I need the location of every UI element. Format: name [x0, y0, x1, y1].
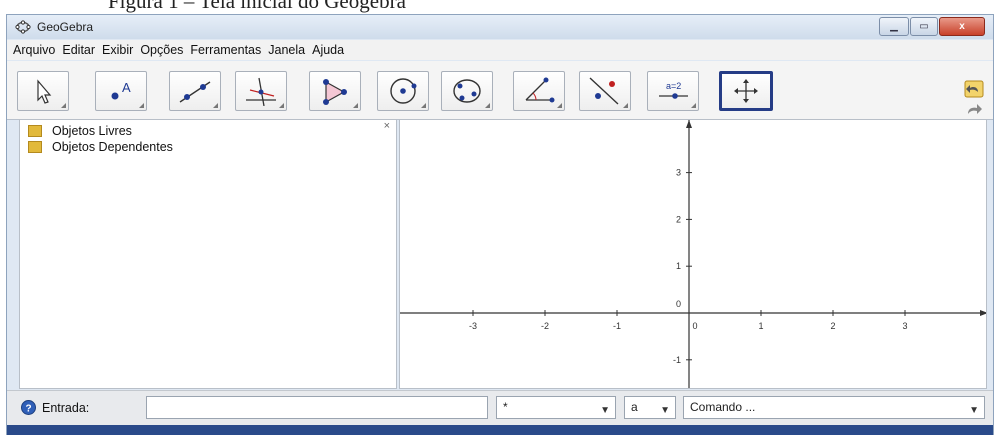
menu-arquivo[interactable]: Arquivo — [13, 43, 55, 57]
x-tick-label: 1 — [758, 321, 763, 331]
toolbar: A a=2 — [7, 61, 993, 120]
input-field[interactable] — [146, 396, 488, 419]
x-tick-label: -3 — [469, 321, 477, 331]
tree-item-free-objects[interactable]: Objetos Livres — [28, 124, 132, 138]
perpendicular-line-icon — [246, 77, 276, 106]
menu-ferramentas[interactable]: Ferramentas — [190, 43, 261, 57]
pointer-arrow-icon — [37, 79, 52, 104]
circle-tool-button[interactable] — [377, 71, 429, 111]
svg-text:?: ? — [26, 404, 32, 415]
reflect-about-line-icon — [589, 77, 619, 105]
graphics-view[interactable]: -3 -2 -1 0 1 2 3 3 2 1 0 -1 — [399, 119, 987, 389]
y-tick-label: 2 — [676, 214, 681, 224]
line-through-points-icon — [179, 81, 211, 103]
chevron-down-icon: ▼ — [660, 405, 670, 416]
point-icon: A — [111, 80, 131, 100]
menu-exibir[interactable]: Exibir — [102, 43, 133, 57]
x-tick-label: -2 — [541, 321, 549, 331]
figure-caption: Figura 1 – Tela inicial do Geogebra — [108, 0, 406, 13]
y-tick-label: 1 — [676, 261, 681, 271]
polygon-tool-button[interactable] — [309, 71, 361, 111]
y-tick-label: 0 — [676, 299, 681, 309]
circle-center-point-icon — [390, 78, 417, 104]
window-bottom-edge — [7, 425, 993, 435]
y-axis-arrow — [686, 120, 692, 128]
algebra-view: Objetos Livres Objetos Dependentes × — [19, 119, 397, 389]
symbol-dropdown[interactable]: * ▼ — [496, 396, 616, 419]
menu-bar: Arquivo Editar Exibir Opções Ferramentas… — [7, 40, 993, 60]
ellipse-icon — [453, 79, 481, 103]
slider-icon: a=2 — [659, 81, 688, 99]
geogebra-window: GeoGebra ▁ ▭ x Arquivo Editar Exibir Opç… — [6, 14, 994, 435]
x-tick-label: 0 — [692, 321, 697, 331]
slider-tool-button[interactable]: a=2 — [647, 71, 699, 111]
x-tick-label: 3 — [902, 321, 907, 331]
menu-ajuda[interactable]: Ajuda — [312, 43, 344, 57]
folder-icon — [28, 141, 42, 153]
move-graphics-view-tool-button[interactable] — [719, 71, 773, 111]
conic-tool-button[interactable] — [441, 71, 493, 111]
y-tick-label: -1 — [673, 355, 681, 365]
x-tick-label: -1 — [613, 321, 621, 331]
reflect-tool-button[interactable] — [579, 71, 631, 111]
svg-text:a=2: a=2 — [666, 81, 681, 91]
perpendicular-line-tool-button[interactable] — [235, 71, 287, 111]
coordinate-axes: -3 -2 -1 0 1 2 3 3 2 1 0 -1 — [400, 120, 986, 388]
tree-item-dependent-objects[interactable]: Objetos Dependentes — [28, 140, 173, 154]
close-window-button[interactable]: x — [939, 17, 985, 36]
polygon-icon — [323, 79, 347, 105]
tree-item-label: Objetos Livres — [52, 124, 132, 138]
tree-item-label: Objetos Dependentes — [52, 140, 173, 154]
maximize-button[interactable]: ▭ — [910, 17, 938, 36]
symbol-dropdown-value: * — [503, 400, 508, 414]
y-tick-label: 3 — [676, 168, 681, 178]
redo-icon[interactable] — [963, 99, 985, 119]
menu-opcoes[interactable]: Opções — [140, 43, 183, 57]
command-dropdown[interactable]: Comando ... ▼ — [683, 396, 985, 419]
move-tool-button[interactable] — [17, 71, 69, 111]
new-point-tool-button[interactable]: A — [95, 71, 147, 111]
x-tick-label: 2 — [830, 321, 835, 331]
undo-icon[interactable] — [963, 79, 985, 99]
x-axis-arrow — [980, 310, 986, 316]
command-dropdown-value: Comando ... — [690, 400, 756, 414]
greek-letter-dropdown-value: a — [631, 400, 638, 414]
minimize-button[interactable]: ▁ — [879, 17, 909, 36]
geogebra-logo-icon — [15, 20, 31, 34]
chevron-down-icon: ▼ — [969, 405, 979, 416]
greek-letter-dropdown[interactable]: a ▼ — [624, 396, 676, 419]
svg-text:A: A — [122, 80, 131, 95]
input-label: Entrada: — [42, 401, 90, 415]
title-bar: GeoGebra ▁ ▭ x — [7, 15, 993, 39]
chevron-down-icon: ▼ — [600, 405, 610, 416]
angle-icon — [525, 77, 555, 103]
menu-janela[interactable]: Janela — [268, 43, 305, 57]
line-tool-button[interactable] — [169, 71, 221, 111]
folder-icon — [28, 125, 42, 137]
move-view-icon — [734, 79, 758, 103]
window-title: GeoGebra — [37, 20, 94, 34]
help-icon[interactable]: ? — [21, 400, 36, 415]
menu-editar[interactable]: Editar — [62, 43, 95, 57]
angle-tool-button[interactable] — [513, 71, 565, 111]
close-algebra-view-button[interactable]: × — [384, 120, 390, 132]
input-bar: ? Entrada: * ▼ a ▼ Comando ... ▼ — [7, 390, 993, 425]
